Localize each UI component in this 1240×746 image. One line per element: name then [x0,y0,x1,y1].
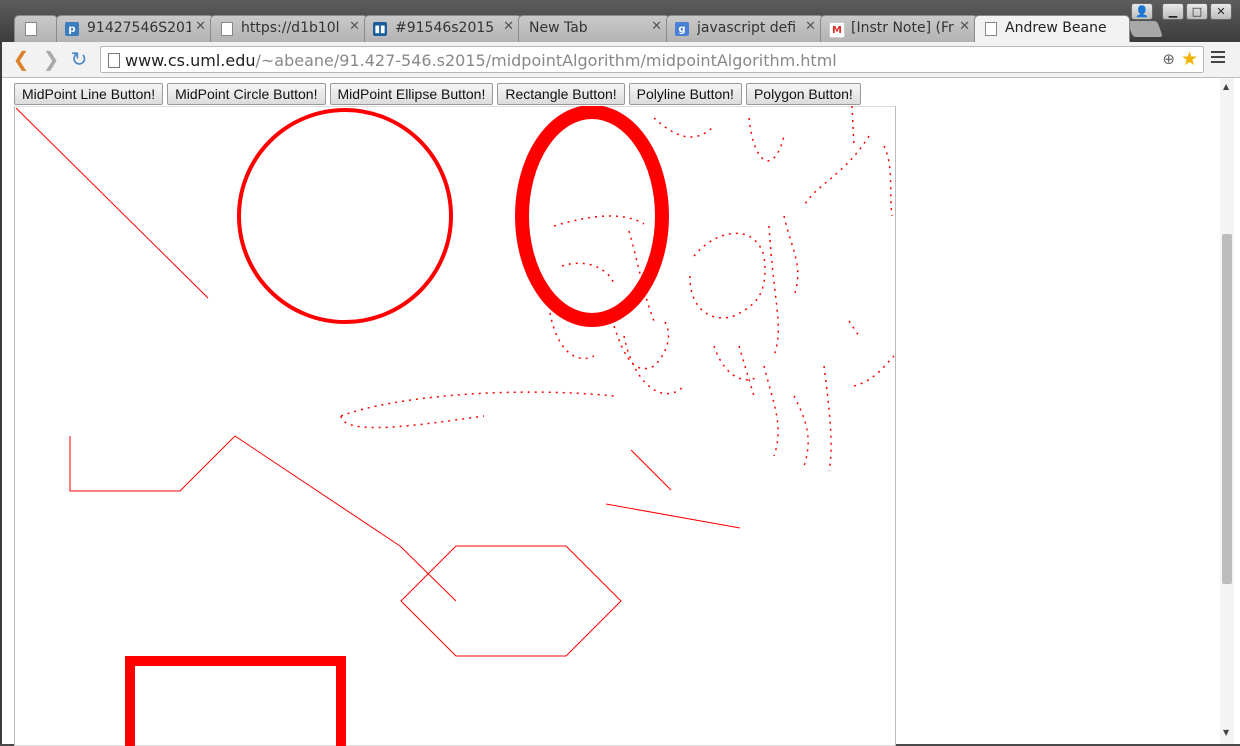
browser-tab-active[interactable]: Andrew Beane [974,15,1130,42]
scrollbar-thumb[interactable] [1222,234,1232,584]
close-icon[interactable]: ✕ [959,19,970,34]
midpoint-circle-button[interactable]: MidPoint Circle Button! [167,83,326,105]
url-path: /~abeane/91.427-546.s2015/midpointAlgori… [255,51,837,70]
url-text[interactable]: www.cs.uml.edu/~abeane/91.427-546.s2015/… [125,51,837,70]
minimize-button[interactable]: ▁ [1162,3,1184,20]
browser-tab[interactable]: ▮▮ #91546s2015 / ✕ [364,15,522,42]
rectangle-button[interactable]: Rectangle Button! [497,83,625,105]
close-icon[interactable]: ✕ [651,19,662,34]
new-tab-button[interactable] [1127,21,1163,37]
browser-tab[interactable]: New Tab ✕ [518,15,670,42]
polygon-button[interactable]: Polygon Button! [745,83,861,105]
browser-tab[interactable]: M [Instr Note] (Fr ✕ [820,15,978,42]
maximize-button[interactable]: □ [1186,3,1208,20]
window-title-bar: p 91427546S201 ✕ https://d1b10l ✕ ▮▮ #91… [0,0,1240,42]
zoom-icon[interactable]: ⊕ [1162,50,1175,68]
page-icon [221,22,233,36]
canvas-border [14,106,896,746]
vertical-scrollbar[interactable]: ▲ ▼ [1220,78,1234,744]
trello-icon: ▮▮ [373,22,387,36]
page-viewport: MidPoint Line Button! MidPoint Circle But… [0,78,1240,746]
window-frame [0,42,2,744]
back-arrow-icon[interactable]: ❮ [10,48,32,70]
forward-arrow-icon[interactable]: ❯ [40,48,62,70]
reload-icon[interactable]: ↻ [68,48,90,70]
tab-title: javascript defi [697,20,797,36]
midpoint-line-button[interactable]: MidPoint Line Button! [14,83,164,105]
close-window-button[interactable]: ✕ [1210,3,1232,20]
close-icon[interactable]: ✕ [805,19,816,34]
scroll-down-icon[interactable]: ▼ [1223,728,1229,737]
page-icon [985,22,997,36]
star-icon[interactable]: ★ [1181,48,1198,70]
tab-title: [Instr Note] (Fr [851,20,954,36]
google-icon: g [675,22,689,36]
tab-title: #91546s2015 / [395,20,499,36]
browser-toolbar: ❮ ❯ ↻ www.cs.uml.edu/~abeane/91.427-546.… [0,42,1240,78]
tab-title: Andrew Beane [1005,20,1107,36]
url-host: www.cs.uml.edu [125,51,256,70]
browser-tab[interactable]: g javascript defi ✕ [666,15,824,42]
tab-title: 91427546S201 [87,20,191,36]
close-icon[interactable]: ✕ [195,19,206,34]
polyline-button[interactable]: Polyline Button! [628,83,742,105]
tab-title: https://d1b10l [241,20,340,36]
browser-tab[interactable]: p 91427546S201 ✕ [56,15,214,42]
menu-icon[interactable] [1211,51,1225,66]
piazza-icon: p [65,22,79,36]
gmail-icon: M [829,22,845,38]
user-icon[interactable]: 👤 [1131,3,1153,20]
drawing-canvas[interactable] [14,106,896,746]
browser-tab[interactable] [14,15,58,42]
midpoint-ellipse-button[interactable]: MidPoint Ellipse Button! [329,83,494,105]
address-bar[interactable]: www.cs.uml.edu/~abeane/91.427-546.s2015/… [100,46,1204,73]
tab-title: New Tab [529,20,588,36]
browser-tab[interactable]: https://d1b10l ✕ [210,15,368,42]
toolbar-buttons: MidPoint Line Button! MidPoint Circle But… [14,83,865,105]
scroll-up-icon[interactable]: ▲ [1223,82,1229,91]
close-icon[interactable]: ✕ [503,19,514,34]
page-icon [25,22,37,36]
close-icon[interactable]: ✕ [349,19,360,34]
page-icon [108,53,120,68]
